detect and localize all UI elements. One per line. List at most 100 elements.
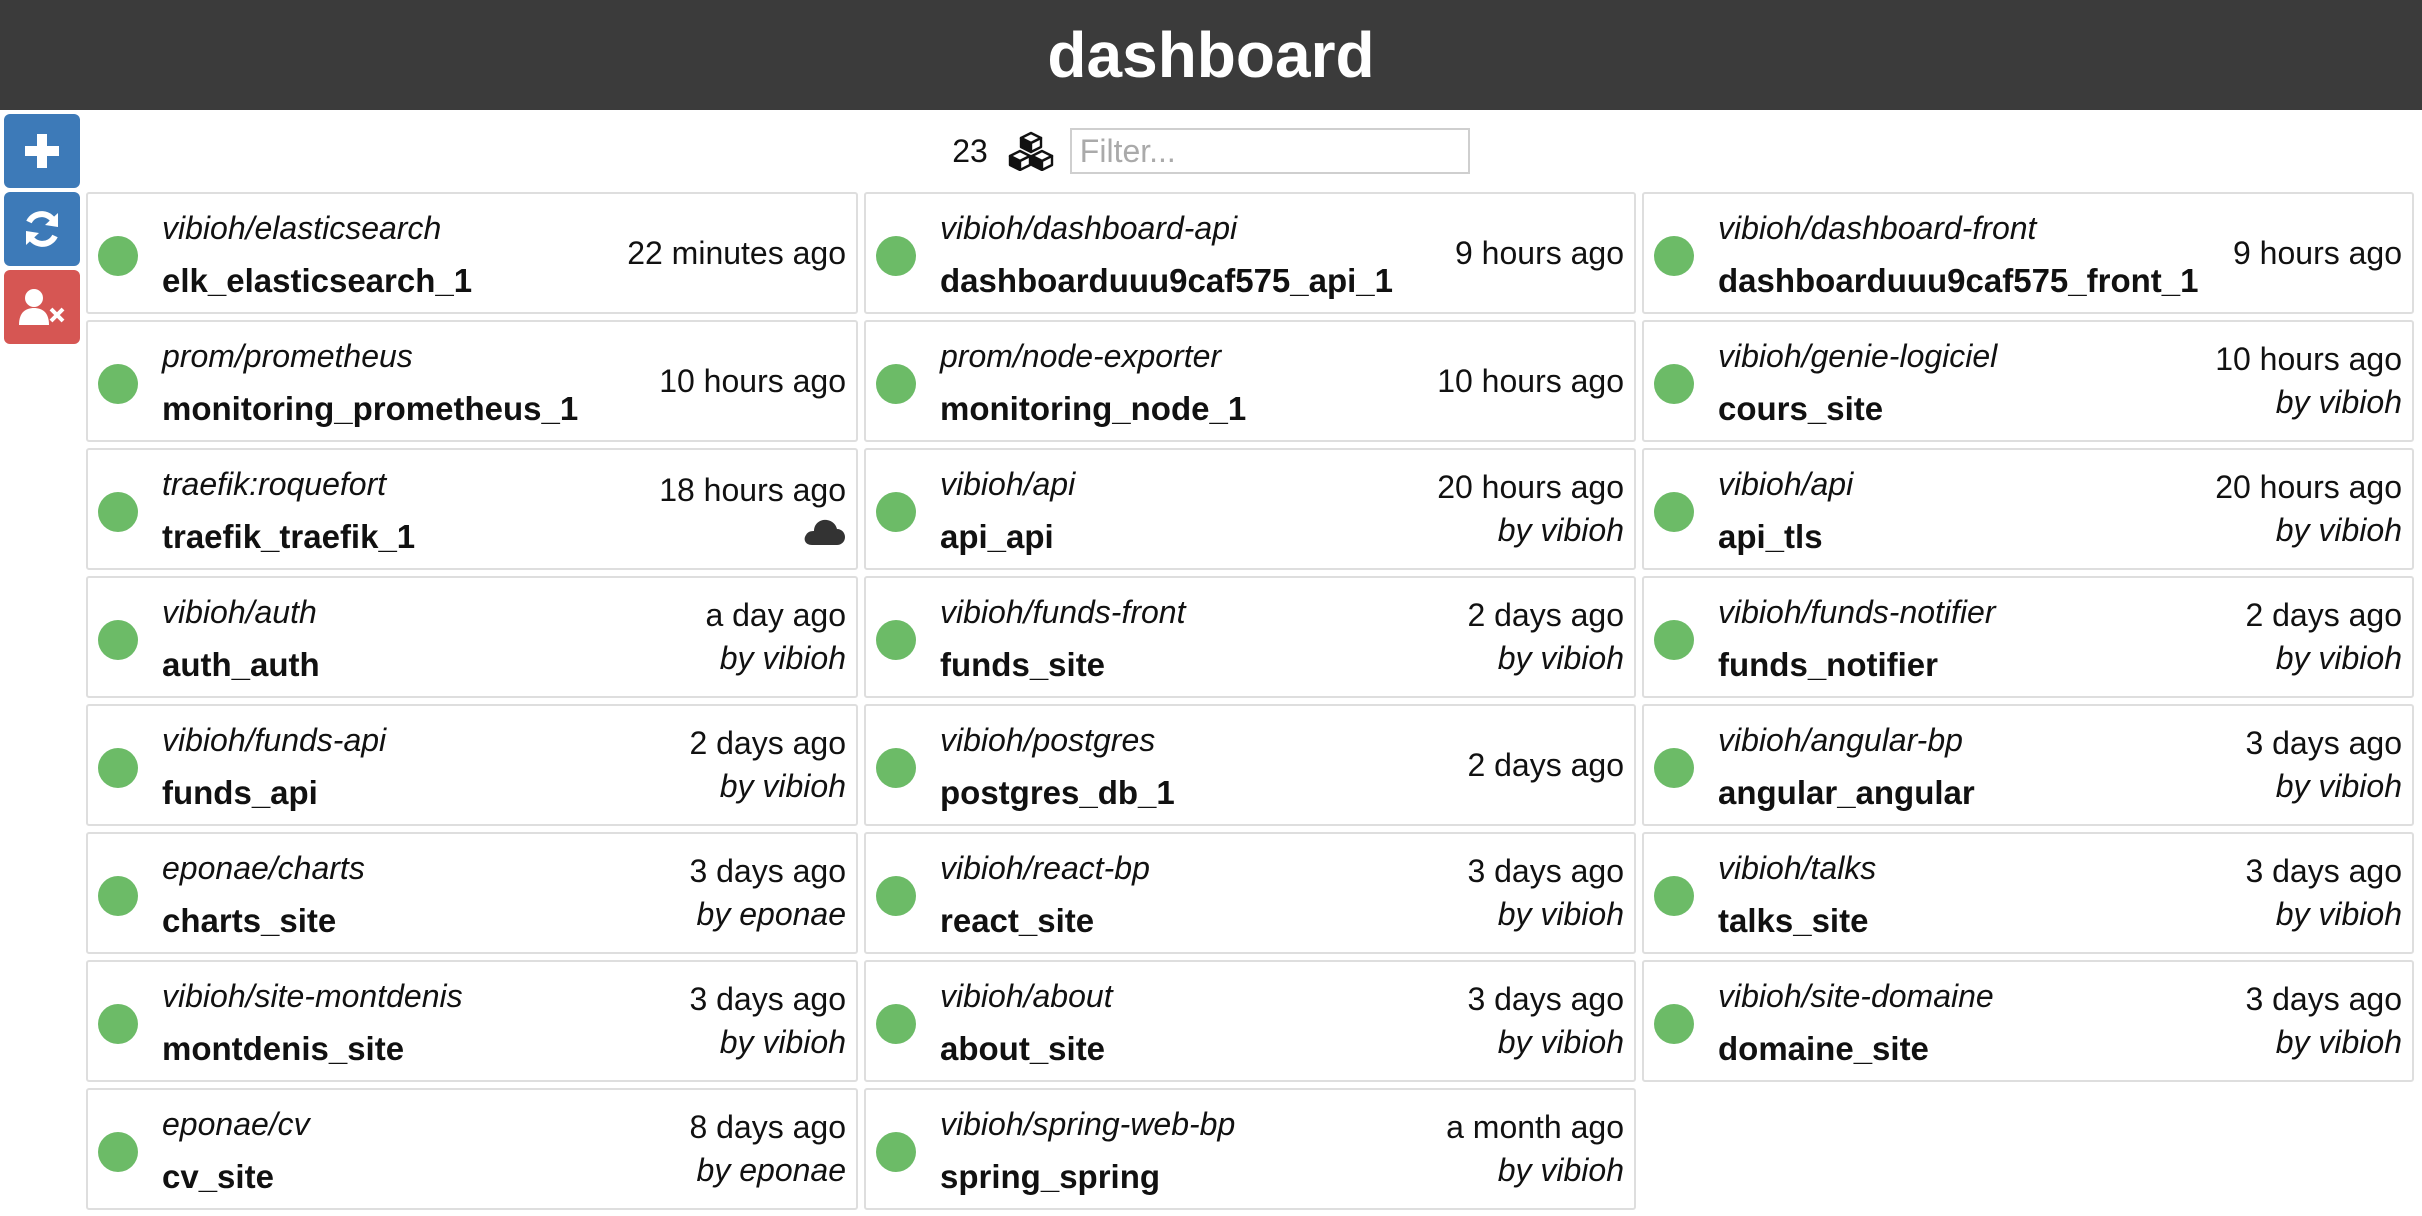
created-time: 3 days ago xyxy=(1467,853,1624,889)
container-name: funds_site xyxy=(940,646,1106,683)
status-indicator xyxy=(876,492,916,532)
container-card[interactable]: vibioh/react-bp react_site 3 days ago by vi… xyxy=(864,832,1636,954)
container-card[interactable]: vibioh/dashboard-front dashboarduuu9caf57… xyxy=(1642,192,2414,314)
container-meta: 18 hours ago xyxy=(659,450,846,568)
cubes-icon xyxy=(1008,131,1054,171)
container-name: react_site xyxy=(940,902,1095,939)
container-card[interactable]: eponae/cv cv_site 8 days ago by eponae xyxy=(86,1088,858,1210)
container-meta: 3 days ago by vibioh xyxy=(2245,962,2402,1080)
owner-label: by vibioh xyxy=(2275,512,2402,548)
container-name: postgres_db_1 xyxy=(940,774,1175,811)
container-card[interactable]: vibioh/dashboard-api dashboarduuu9caf575_… xyxy=(864,192,1636,314)
container-image: vibioh/funds-api xyxy=(162,722,387,758)
container-meta: 2 days ago by vibioh xyxy=(689,706,846,824)
container-name: elk_elasticsearch_1 xyxy=(162,262,473,299)
container-image: vibioh/dashboard-front xyxy=(1718,210,2037,246)
status-indicator xyxy=(876,1004,916,1044)
container-meta: a day ago by vibioh xyxy=(705,578,846,696)
created-time: 22 minutes ago xyxy=(627,234,846,271)
status-indicator xyxy=(1654,876,1694,916)
owner-label: by vibioh xyxy=(1497,1152,1624,1188)
container-image: vibioh/funds-notifier xyxy=(1718,594,1996,630)
owner-label: by vibioh xyxy=(719,1024,846,1060)
owner-label: by vibioh xyxy=(2275,384,2402,420)
container-image: prom/prometheus xyxy=(162,338,413,374)
status-indicator xyxy=(1654,364,1694,404)
container-image: vibioh/elasticsearch xyxy=(162,210,442,246)
status-indicator xyxy=(1654,236,1694,276)
container-name: monitoring_prometheus_1 xyxy=(162,390,579,427)
container-card[interactable]: vibioh/funds-notifier funds_notifier 2 day… xyxy=(1642,576,2414,698)
owner-label: by vibioh xyxy=(719,640,846,676)
container-name: funds_api xyxy=(162,774,318,811)
container-image: vibioh/genie-logiciel xyxy=(1718,338,1998,374)
status-indicator xyxy=(1654,620,1694,660)
container-image: prom/node-exporter xyxy=(940,338,1222,374)
toolbar: 23 xyxy=(0,124,2422,178)
container-meta: 3 days ago by vibioh xyxy=(1467,962,1624,1080)
status-indicator xyxy=(876,876,916,916)
status-indicator xyxy=(1654,748,1694,788)
container-image: vibioh/spring-web-bp xyxy=(940,1106,1236,1142)
container-card[interactable]: vibioh/genie-logiciel cours_site 10 hours … xyxy=(1642,320,2414,442)
status-indicator xyxy=(876,236,916,276)
container-card[interactable]: vibioh/api api_tls 20 hours ago by vibioh xyxy=(1642,448,2414,570)
logout-button[interactable] xyxy=(4,270,80,344)
created-time: 10 hours ago xyxy=(659,362,846,399)
container-card[interactable]: vibioh/postgres postgres_db_1 2 days ago xyxy=(864,704,1636,826)
container-image: vibioh/postgres xyxy=(940,722,1156,758)
container-card[interactable]: vibioh/spring-web-bp spring_spring a month… xyxy=(864,1088,1636,1210)
container-card[interactable]: vibioh/site-montdenis montdenis_site 3 day… xyxy=(86,960,858,1082)
container-name: charts_site xyxy=(162,902,337,939)
container-card[interactable]: vibioh/talks talks_site 3 days ago by vibio… xyxy=(1642,832,2414,954)
owner-label: by vibioh xyxy=(2275,768,2402,804)
container-meta: 10 hours ago xyxy=(1437,322,1624,440)
container-card[interactable]: vibioh/angular-bp angular_angular 3 days a… xyxy=(1642,704,2414,826)
container-card[interactable]: eponae/charts charts_site 3 days ago by epo… xyxy=(86,832,858,954)
cloud-icon xyxy=(802,517,846,547)
container-meta: 9 hours ago xyxy=(2233,194,2402,312)
container-meta: 3 days ago by eponae xyxy=(689,834,846,952)
container-name: cv_site xyxy=(162,1158,274,1195)
owner-label: by vibioh xyxy=(719,768,846,804)
container-meta: 3 days ago by vibioh xyxy=(1467,834,1624,952)
created-time: 9 hours ago xyxy=(2232,234,2402,271)
container-meta: 2 days ago by vibioh xyxy=(1467,578,1624,696)
container-card[interactable]: vibioh/api api_api 20 hours ago by vibioh xyxy=(864,448,1636,570)
container-name: cours_site xyxy=(1718,390,1884,427)
created-time: 2 days ago xyxy=(689,725,846,761)
container-card[interactable]: vibioh/site-domaine domaine_site 3 days ag… xyxy=(1642,960,2414,1082)
container-card[interactable]: prom/prometheus monitoring_prometheus_1 10… xyxy=(86,320,858,442)
refresh-button[interactable] xyxy=(4,192,80,266)
status-indicator xyxy=(98,748,138,788)
container-card[interactable]: vibioh/elasticsearch elk_elasticsearch_1 2… xyxy=(86,192,858,314)
container-card[interactable]: traefik:roquefort traefik_traefik_1 18 hou… xyxy=(86,448,858,570)
container-image: eponae/charts xyxy=(162,850,365,886)
owner-label: by eponae xyxy=(696,1152,846,1188)
container-card[interactable]: vibioh/about about_site 3 days ago by vibio… xyxy=(864,960,1636,1082)
container-card[interactable]: vibioh/funds-front funds_site 2 days ago by… xyxy=(864,576,1636,698)
status-indicator xyxy=(1654,1004,1694,1044)
container-name: dashboarduuu9caf575_front_1 xyxy=(1718,262,2199,299)
created-time: 10 hours ago xyxy=(1437,362,1624,399)
container-image: vibioh/api xyxy=(1718,466,1854,502)
container-meta: 3 days ago by vibioh xyxy=(689,962,846,1080)
created-time: 10 hours ago xyxy=(2215,341,2402,377)
container-card[interactable]: prom/node-exporter monitoring_node_1 10 ho… xyxy=(864,320,1636,442)
created-time: 20 hours ago xyxy=(1437,469,1624,505)
container-count: 23 xyxy=(952,132,988,169)
container-name: monitoring_node_1 xyxy=(940,390,1247,427)
container-meta: 8 days ago by eponae xyxy=(689,1090,846,1208)
header-bar: dashboard xyxy=(0,0,2422,110)
container-meta: 10 hours ago xyxy=(659,322,846,440)
page-title: dashboard xyxy=(1047,19,1375,91)
container-name: api_tls xyxy=(1718,518,1823,555)
created-time: 18 hours ago xyxy=(659,471,846,508)
filter-input[interactable] xyxy=(1069,128,1470,174)
container-image: vibioh/funds-front xyxy=(940,594,1186,630)
container-card[interactable]: vibioh/funds-api funds_api 2 days ago by vi… xyxy=(86,704,858,826)
container-card[interactable]: vibioh/auth auth_auth a day ago by vibioh xyxy=(86,576,858,698)
created-time: a month ago xyxy=(1446,1109,1624,1145)
container-meta: 2 days ago xyxy=(1467,706,1624,824)
created-time: 3 days ago xyxy=(2245,853,2402,889)
